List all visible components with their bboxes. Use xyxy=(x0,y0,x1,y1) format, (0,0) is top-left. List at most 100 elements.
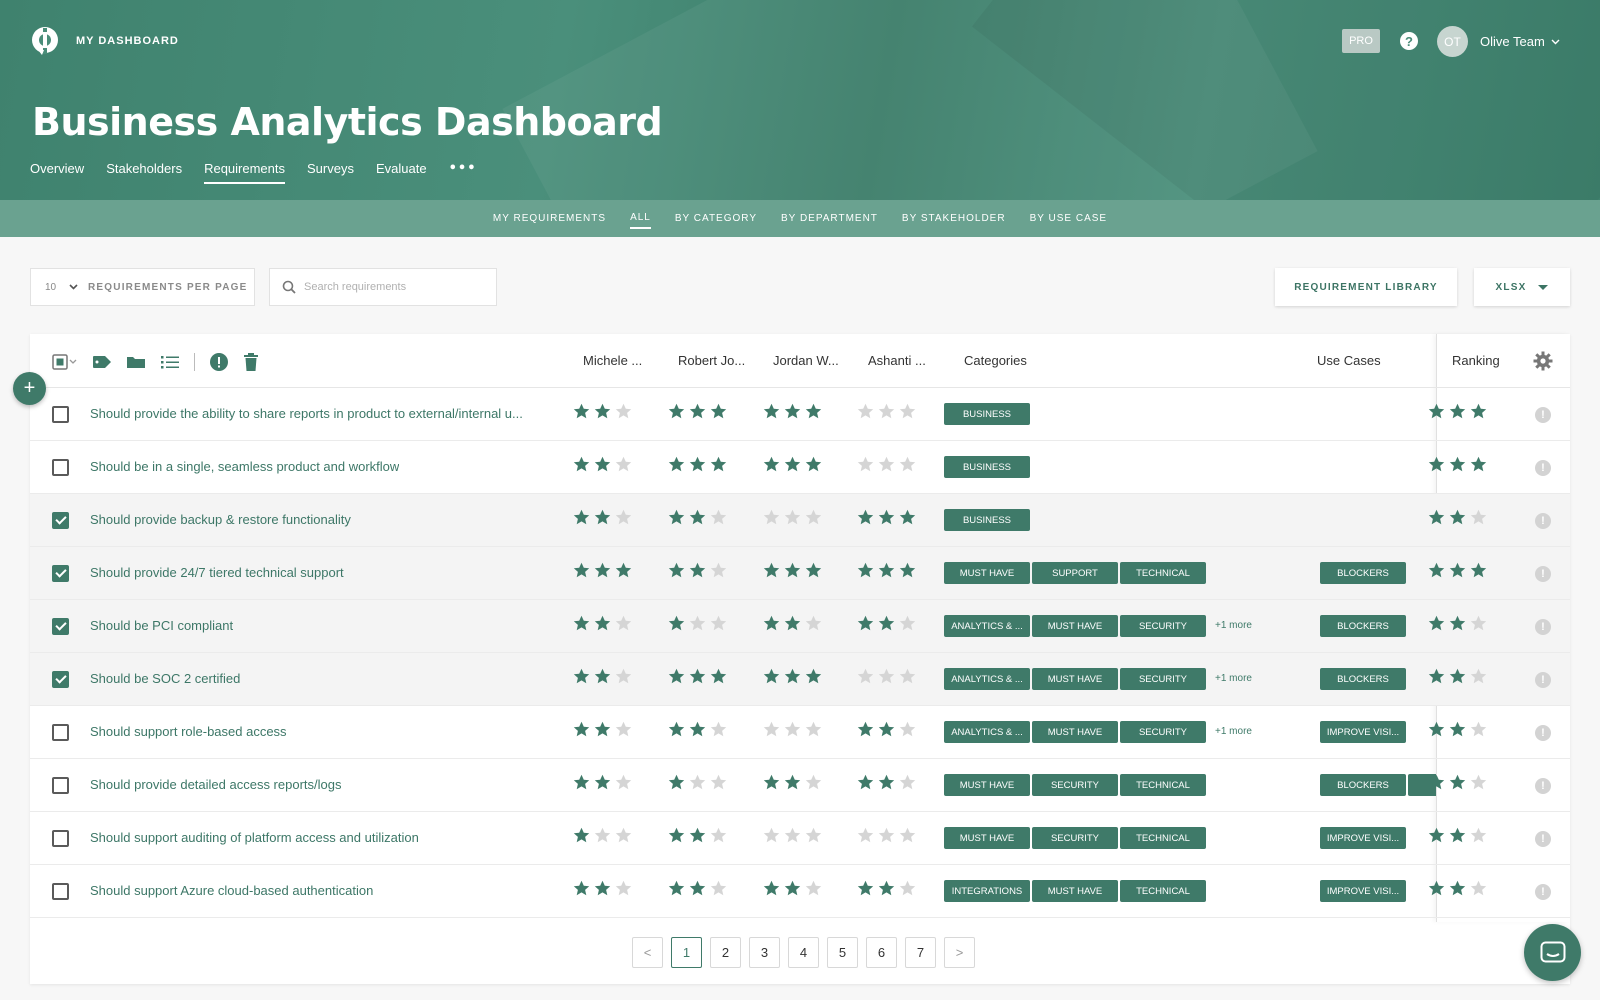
category-tag[interactable]: BUSINESS xyxy=(944,456,1030,478)
info-icon[interactable]: ! xyxy=(1535,407,1551,423)
stakeholder-rating[interactable] xyxy=(763,615,822,632)
ranking-stars[interactable] xyxy=(1428,562,1487,579)
stakeholder-rating[interactable] xyxy=(763,562,822,579)
stakeholder-rating[interactable] xyxy=(857,509,916,526)
category-tag[interactable]: ANALYTICS & ... xyxy=(944,615,1030,637)
use-case-tag[interactable]: BLOCKERS xyxy=(1320,774,1406,796)
row-checkbox[interactable] xyxy=(52,406,69,423)
more-categories-link[interactable]: +1 more xyxy=(1215,673,1252,684)
subnav-my-requirements[interactable]: MY REQUIREMENTS xyxy=(493,209,606,228)
category-tag[interactable]: TECHNICAL xyxy=(1120,880,1206,902)
search-input[interactable] xyxy=(304,281,484,293)
stakeholder-rating[interactable] xyxy=(573,668,632,685)
row-checkbox[interactable] xyxy=(52,724,69,741)
tab-surveys[interactable]: Surveys xyxy=(307,161,354,184)
stakeholder-rating[interactable] xyxy=(668,774,727,791)
subnav-by-stakeholder[interactable]: BY STAKEHOLDER xyxy=(902,209,1006,228)
stakeholder-rating[interactable] xyxy=(668,509,727,526)
stakeholder-rating[interactable] xyxy=(857,615,916,632)
stakeholder-rating[interactable] xyxy=(857,456,916,473)
tab-requirements[interactable]: Requirements xyxy=(204,161,286,184)
table-row[interactable]: Should be SOC 2 certified ANALYTICS & ...… xyxy=(30,653,1570,706)
column-header-categories[interactable]: Categories xyxy=(964,353,1027,368)
table-row[interactable]: Should provide 24/7 tiered technical sup… xyxy=(30,547,1570,600)
row-checkbox[interactable] xyxy=(52,565,69,582)
use-case-tag[interactable]: IMPROVE VISI... xyxy=(1320,880,1406,902)
stakeholder-rating[interactable] xyxy=(668,562,727,579)
requirement-title[interactable]: Should be SOC 2 certified xyxy=(90,671,240,686)
info-icon[interactable]: ! xyxy=(1535,566,1551,582)
subnav-by-category[interactable]: BY CATEGORY xyxy=(675,209,757,228)
stakeholder-rating[interactable] xyxy=(857,774,916,791)
folder-icon[interactable] xyxy=(126,354,146,370)
stakeholder-rating[interactable] xyxy=(668,668,727,685)
stakeholder-rating[interactable] xyxy=(668,403,727,420)
category-tag[interactable]: SECURITY xyxy=(1120,615,1206,637)
category-tag[interactable]: BUSINESS xyxy=(944,509,1030,531)
subnav-by-use-case[interactable]: BY USE CASE xyxy=(1030,209,1108,228)
use-case-tag[interactable]: BLOCKERS xyxy=(1320,562,1406,584)
ranking-stars[interactable] xyxy=(1428,880,1487,897)
use-case-tag[interactable]: BLOCKERS xyxy=(1320,668,1406,690)
category-tag[interactable]: MUST HAVE xyxy=(944,827,1030,849)
stakeholder-rating[interactable] xyxy=(573,827,632,844)
stakeholder-rating[interactable] xyxy=(763,456,822,473)
user-menu[interactable]: Olive Team xyxy=(1480,34,1560,49)
column-header-stakeholder[interactable]: Robert Jo... xyxy=(678,353,745,368)
stakeholder-rating[interactable] xyxy=(573,403,632,420)
row-checkbox[interactable] xyxy=(52,777,69,794)
stakeholder-rating[interactable] xyxy=(763,774,822,791)
table-row[interactable]: Should support Azure cloud-based authent… xyxy=(30,865,1570,918)
tab-evaluate[interactable]: Evaluate xyxy=(376,161,427,184)
use-case-tag[interactable]: IMPROVE VISI... xyxy=(1320,721,1406,743)
table-row[interactable]: Should provide the ability to share repo… xyxy=(30,388,1570,441)
stakeholder-rating[interactable] xyxy=(573,456,632,473)
category-tag[interactable]: TECHNICAL xyxy=(1120,562,1206,584)
table-row[interactable]: Should support role-based access ANALYTIC… xyxy=(30,706,1570,759)
page-button[interactable]: 3 xyxy=(749,937,780,968)
use-case-tag[interactable]: BLOCKERS xyxy=(1320,615,1406,637)
category-tag[interactable]: MUST HAVE xyxy=(1032,721,1118,743)
ranking-stars[interactable] xyxy=(1428,403,1487,420)
stakeholder-rating[interactable] xyxy=(668,880,727,897)
row-checkbox[interactable] xyxy=(52,618,69,635)
row-checkbox[interactable] xyxy=(52,830,69,847)
alert-icon[interactable] xyxy=(209,352,229,372)
info-icon[interactable]: ! xyxy=(1535,778,1551,794)
stakeholder-rating[interactable] xyxy=(573,509,632,526)
row-checkbox[interactable] xyxy=(52,671,69,688)
category-tag[interactable]: ANALYTICS & ... xyxy=(944,721,1030,743)
table-row[interactable]: Should provide backup & restore function… xyxy=(30,494,1570,547)
page-button[interactable]: 4 xyxy=(788,937,819,968)
ranking-stars[interactable] xyxy=(1428,615,1487,632)
stakeholder-rating[interactable] xyxy=(763,827,822,844)
table-row[interactable]: Should be PCI compliant ANALYTICS & ... MU… xyxy=(30,600,1570,653)
search-box[interactable] xyxy=(269,268,497,306)
row-checkbox[interactable] xyxy=(52,512,69,529)
stakeholder-rating[interactable] xyxy=(857,668,916,685)
category-tag[interactable]: SUPPORT xyxy=(1032,562,1118,584)
requirement-title[interactable]: Should provide 24/7 tiered technical sup… xyxy=(90,565,344,580)
stakeholder-rating[interactable] xyxy=(668,456,727,473)
stakeholder-rating[interactable] xyxy=(573,615,632,632)
next-page-button[interactable]: > xyxy=(944,937,975,968)
requirement-library-button[interactable]: REQUIREMENT LIBRARY xyxy=(1275,268,1457,306)
stakeholder-rating[interactable] xyxy=(573,774,632,791)
category-tag[interactable]: BUSINESS xyxy=(944,403,1030,425)
requirement-title[interactable]: Should be PCI compliant xyxy=(90,618,233,633)
ranking-stars[interactable] xyxy=(1428,456,1487,473)
category-tag[interactable]: SECURITY xyxy=(1032,774,1118,796)
category-tag[interactable]: SECURITY xyxy=(1120,721,1206,743)
info-icon[interactable]: ! xyxy=(1535,831,1551,847)
category-tag[interactable]: SECURITY xyxy=(1032,827,1118,849)
table-row[interactable]: Should support auditing of platform acce… xyxy=(30,812,1570,865)
row-checkbox[interactable] xyxy=(52,459,69,476)
ranking-stars[interactable] xyxy=(1428,668,1487,685)
requirement-title[interactable]: Should provide backup & restore function… xyxy=(90,512,351,527)
info-icon[interactable]: ! xyxy=(1535,460,1551,476)
stakeholder-rating[interactable] xyxy=(857,827,916,844)
requirement-title[interactable]: Should be in a single, seamless product … xyxy=(90,459,399,474)
page-button[interactable]: 5 xyxy=(827,937,858,968)
stakeholder-rating[interactable] xyxy=(763,668,822,685)
stakeholder-rating[interactable] xyxy=(573,562,632,579)
